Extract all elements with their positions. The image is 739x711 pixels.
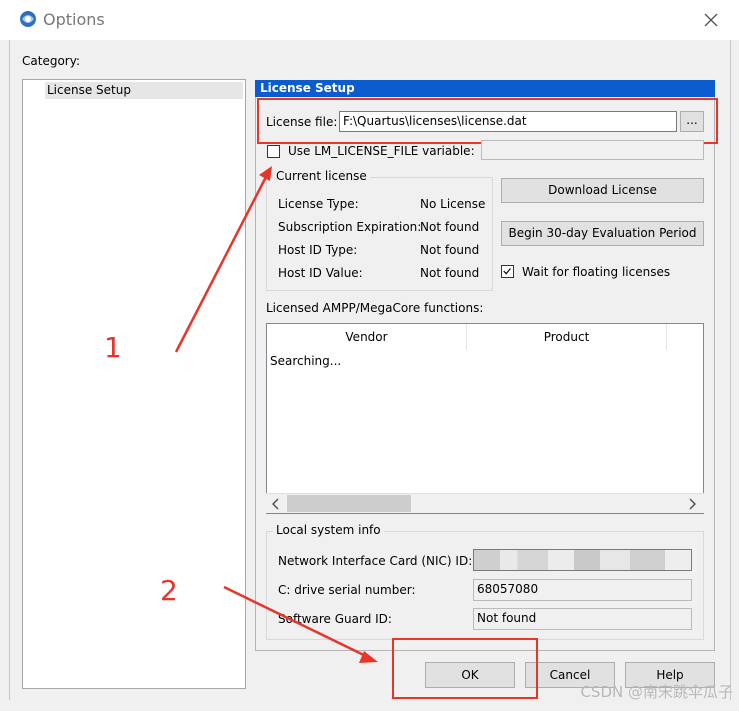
annotation-number-2: 2 xyxy=(160,574,178,607)
watermark-text: CSDN @南宋跳伞瓜子 xyxy=(580,683,733,701)
arrow-1-line xyxy=(174,172,270,353)
options-dialog: { "window": {"title": "Options"}, "categ… xyxy=(0,0,739,711)
annotation-number-1: 1 xyxy=(104,331,122,364)
arrow-2-line xyxy=(223,585,373,661)
